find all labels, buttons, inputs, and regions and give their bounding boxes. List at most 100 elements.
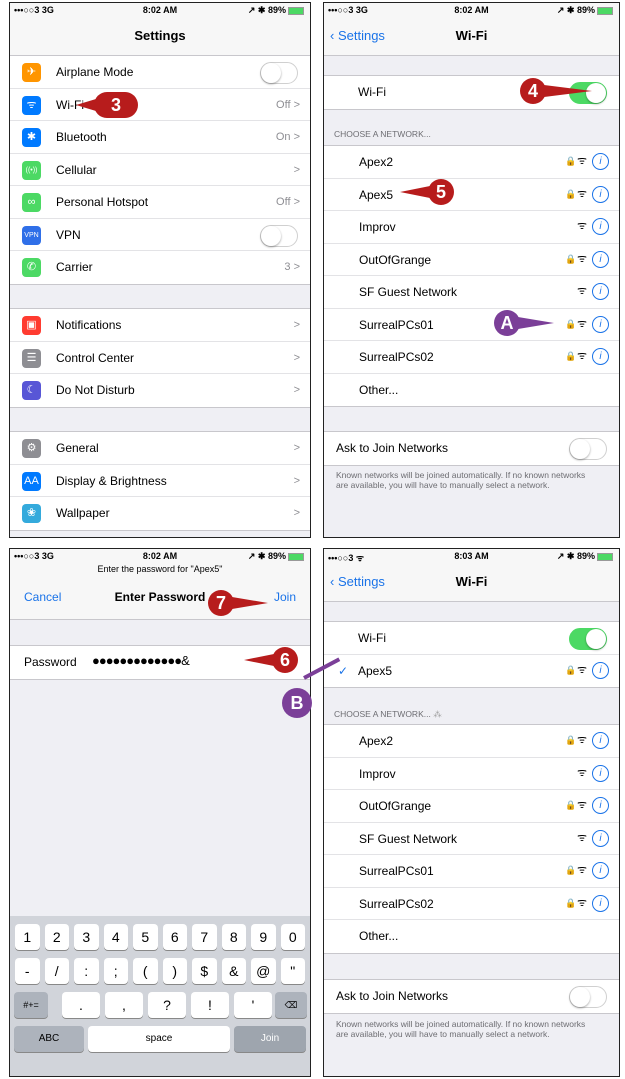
- settings-row-control-center[interactable]: ☰ Control Center >: [10, 342, 310, 374]
- key-;[interactable]: ;: [103, 958, 128, 984]
- info-icon[interactable]: i: [592, 250, 609, 268]
- key-![interactable]: !: [191, 992, 229, 1018]
- info-icon[interactable]: i: [592, 764, 609, 782]
- network-row[interactable]: SurrealPCs02 🔒ᯤ i: [324, 888, 619, 920]
- hotspot-icon: ∞: [22, 193, 41, 212]
- lock-icon: 🔒: [564, 800, 577, 810]
- key-"[interactable]: ": [280, 958, 305, 984]
- info-icon[interactable]: i: [592, 348, 609, 365]
- info-icon[interactable]: i: [592, 894, 609, 912]
- network-icons: 🔒ᯤ i: [565, 185, 609, 203]
- network-row[interactable]: Apex2 🔒ᯤ i: [324, 725, 619, 758]
- wifi-toggle[interactable]: [569, 628, 607, 650]
- network-icons: ᯤi: [577, 283, 609, 300]
- status-bar: •••○○3 3G 8:02 AM ↗ ✱ 89%: [10, 549, 310, 563]
- info-icon[interactable]: i: [592, 315, 609, 333]
- ask-join-row[interactable]: Ask to Join Networks: [324, 432, 619, 465]
- ask-join-section: Ask to Join Networks: [324, 979, 619, 1014]
- network-row[interactable]: Apex5 🔒ᯤ i: [324, 179, 619, 211]
- info-icon[interactable]: i: [592, 797, 609, 814]
- settings-row-general[interactable]: ⚙ General >: [10, 432, 310, 465]
- network-row[interactable]: SF Guest Network ᯤ i: [324, 276, 619, 309]
- wifi-signal-icon: ᯤ: [576, 831, 587, 844]
- network-row[interactable]: SurrealPCs01 🔒ᯤ i: [324, 855, 619, 888]
- key-&[interactable]: &: [221, 958, 246, 984]
- network-row[interactable]: SurrealPCs01 🔒ᯤ i: [324, 309, 619, 341]
- network-row[interactable]: Other...: [324, 374, 619, 407]
- key-9[interactable]: 9: [251, 924, 276, 950]
- settings-row-cellular[interactable]: ((•)) Cellular >: [10, 154, 310, 186]
- battery-text: ↗ ✱ 89%: [557, 5, 613, 16]
- callout-3: 3: [72, 92, 142, 118]
- key-([interactable]: (: [133, 958, 158, 984]
- key-,[interactable]: ,: [105, 992, 143, 1018]
- key-0[interactable]: 0: [280, 924, 305, 950]
- airplane-mode-toggle[interactable]: [260, 62, 298, 84]
- ask-join-toggle[interactable]: [569, 986, 607, 1008]
- info-icon[interactable]: i: [592, 218, 609, 235]
- key-@[interactable]: @: [251, 958, 276, 984]
- key-8[interactable]: 8: [221, 924, 246, 950]
- settings-row-wallpaper[interactable]: ❀ Wallpaper >: [10, 497, 310, 530]
- settings-row-personal-hotspot[interactable]: ∞ Personal Hotspot Off >: [10, 186, 310, 219]
- ask-join-toggle[interactable]: [569, 438, 607, 460]
- network-row[interactable]: OutOfGrange 🔒ᯤ i: [324, 244, 619, 276]
- key-$[interactable]: $: [192, 958, 217, 984]
- settings-row-do-not-disturb[interactable]: ☾ Do Not Disturb >: [10, 374, 310, 407]
- settings-row-wi-fi[interactable]: ᯤ Wi-Fi Off >: [10, 89, 310, 121]
- network-row[interactable]: Improv ᯤ i: [324, 211, 619, 244]
- key-.[interactable]: .: [62, 992, 100, 1018]
- network-row[interactable]: Apex2 🔒ᯤ i: [324, 146, 619, 179]
- info-icon[interactable]: i: [592, 185, 609, 203]
- key-3[interactable]: 3: [74, 924, 99, 950]
- key-4[interactable]: 4: [103, 924, 128, 950]
- abc-key[interactable]: ABC: [14, 1026, 84, 1052]
- key-/[interactable]: /: [44, 958, 69, 984]
- key-:[interactable]: :: [74, 958, 99, 984]
- password-field[interactable]: ●●●●●●●●●●●●●&: [92, 653, 190, 668]
- network-icons: 🔒ᯤ i: [565, 894, 609, 912]
- info-icon[interactable]: i: [592, 732, 609, 749]
- settings-row-label: VPN: [56, 227, 81, 242]
- info-icon[interactable]: i: [592, 153, 609, 170]
- wifi-signal-icon: ᯤ: [576, 187, 587, 200]
- network-row[interactable]: OutOfGrange 🔒ᯤ i: [324, 790, 619, 823]
- status-bar: •••○○3 3G 8:02 AM ↗ ✱ 89%: [324, 3, 619, 17]
- info-icon[interactable]: i: [592, 661, 609, 679]
- settings-row-vpn[interactable]: VPN VPN: [10, 219, 310, 251]
- wifi-row[interactable]: Wi-Fi: [324, 622, 619, 655]
- join-key[interactable]: Join: [234, 1026, 306, 1052]
- key-?[interactable]: ?: [148, 992, 186, 1018]
- footer-text: Known networks will be joined automatica…: [336, 1019, 586, 1039]
- info-icon[interactable]: i: [592, 829, 609, 847]
- settings-row-display-brightness[interactable]: AA Display & Brightness >: [10, 465, 310, 497]
- key-1[interactable]: 1: [15, 924, 40, 950]
- notifications-icon: ▣: [22, 316, 41, 335]
- network-row[interactable]: SF Guest Network ᯤ i: [324, 823, 619, 855]
- network-row[interactable]: Improv ᯤ i: [324, 758, 619, 790]
- key-2[interactable]: 2: [44, 924, 69, 950]
- settings-row-airplane-mode[interactable]: ✈ Airplane Mode: [10, 56, 310, 89]
- settings-row-bluetooth[interactable]: ✱ Bluetooth On >: [10, 121, 310, 154]
- key-)[interactable]: ): [162, 958, 187, 984]
- connected-network-row[interactable]: ✓ Apex5 🔒ᯤ i: [324, 655, 619, 688]
- key-symbols[interactable]: #+=: [14, 992, 48, 1018]
- vpn-toggle[interactable]: [260, 224, 298, 247]
- key-7[interactable]: 7: [192, 924, 217, 950]
- settings-row-label: Airplane Mode: [56, 65, 134, 79]
- info-icon[interactable]: i: [592, 283, 609, 300]
- key-'[interactable]: ': [234, 992, 272, 1018]
- key--[interactable]: -: [15, 958, 40, 984]
- space-key[interactable]: space: [88, 1026, 230, 1052]
- key-delete[interactable]: ⌫: [275, 992, 307, 1018]
- ask-join-row[interactable]: Ask to Join Networks: [324, 980, 619, 1013]
- settings-row-carrier[interactable]: ✆ Carrier 3 >: [10, 251, 310, 284]
- key-5[interactable]: 5: [133, 924, 158, 950]
- info-icon[interactable]: i: [592, 862, 609, 879]
- network-row[interactable]: Other...: [324, 920, 619, 953]
- settings-row-label: Cellular: [56, 162, 97, 177]
- key-6[interactable]: 6: [162, 924, 187, 950]
- network-row[interactable]: SurrealPCs02 🔒ᯤ i: [324, 341, 619, 374]
- settings-row-notifications[interactable]: ▣ Notifications >: [10, 309, 310, 342]
- join-button[interactable]: Join: [274, 590, 296, 604]
